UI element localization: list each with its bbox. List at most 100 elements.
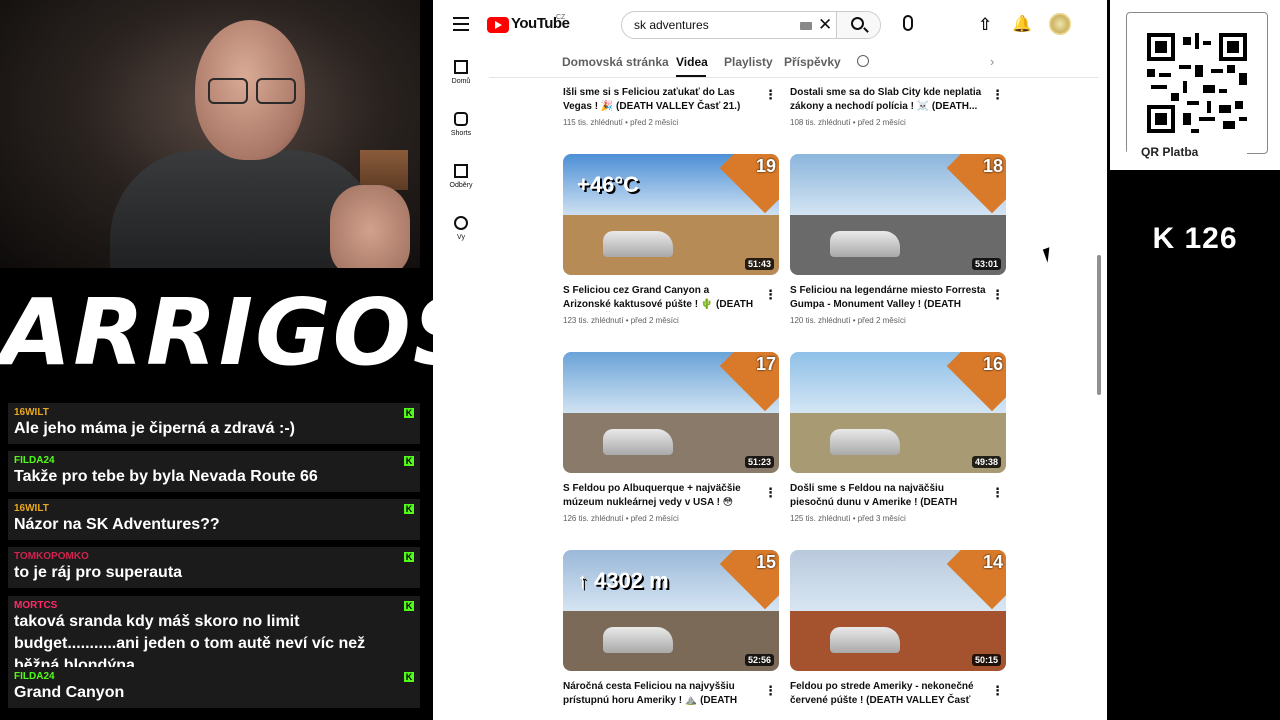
video-meta: 125 tis. zhlédnutí • před 3 měsíci bbox=[790, 514, 906, 523]
more-options-icon[interactable]: ⋮ bbox=[991, 288, 1004, 301]
kick-icon: K bbox=[404, 456, 414, 466]
video-duration: 53:01 bbox=[971, 258, 1001, 270]
chat-text: Ale jeho máma je čiperná a zdravá :-) bbox=[14, 420, 295, 437]
video-thumbnail[interactable]: +46°C 19 51:43 bbox=[563, 154, 779, 275]
tab-home[interactable]: Domovská stránka bbox=[562, 55, 669, 69]
nav-home-label: Domů bbox=[451, 78, 471, 85]
microphone-icon[interactable] bbox=[903, 15, 913, 31]
nav-subscriptions[interactable]: Odběry bbox=[433, 164, 489, 189]
video-card[interactable]: 17 51:23 S Feldou po Albuquerque + najväčš… bbox=[563, 352, 779, 523]
upload-icon[interactable]: ⇧ bbox=[978, 15, 992, 35]
video-thumbnail[interactable]: 18 53:01 bbox=[790, 154, 1006, 275]
nav-home[interactable]: Domů bbox=[433, 60, 489, 85]
more-options-icon[interactable]: ⋮ bbox=[991, 486, 1004, 499]
video-card[interactable]: 14 50:15 Feldou po strede Ameriky - nekone… bbox=[790, 550, 1006, 708]
youtube-logo-icon[interactable] bbox=[487, 17, 509, 33]
more-options-icon[interactable]: ⋮ bbox=[764, 486, 777, 499]
video-title[interactable]: Dostali sme sa do Slab City kde neplatia… bbox=[790, 86, 986, 114]
video-title[interactable]: Išli sme si s Feliciou zaťukať do Las Ve… bbox=[563, 86, 759, 114]
search-input[interactable]: sk adventures bbox=[634, 18, 709, 32]
home-icon bbox=[454, 60, 468, 74]
chat-text: Takže pro tebe by byla Nevada Route 66 bbox=[14, 468, 318, 485]
kick-icon: K bbox=[404, 408, 414, 418]
video-title[interactable]: S Feliciou na legendárne miesto Forresta… bbox=[790, 284, 986, 312]
nav-you[interactable]: Vy bbox=[433, 216, 489, 241]
active-tab-indicator bbox=[676, 75, 706, 77]
glasses bbox=[200, 78, 302, 108]
video-duration: 52:56 bbox=[744, 654, 774, 666]
hamburger-menu-icon[interactable] bbox=[453, 17, 469, 31]
video-duration: 49:38 bbox=[971, 456, 1001, 468]
episode-number: 15 bbox=[755, 552, 776, 572]
streamer-hand bbox=[330, 185, 410, 268]
chat-message: 16WILT Názor na SK Adventures?? K bbox=[8, 499, 420, 540]
video-thumbnail[interactable]: 17 51:23 bbox=[563, 352, 779, 473]
chat-message: FILDA24 Takže pro tebe by byla Nevada Rou… bbox=[8, 451, 420, 492]
channel-logo: ARRIGOS bbox=[0, 268, 479, 398]
kick-icon: K bbox=[404, 552, 414, 562]
video-card[interactable]: 16 49:38 Došli sme s Feldou na najväčšiu p… bbox=[790, 352, 1006, 523]
notifications-bell-icon[interactable]: 🔔 bbox=[1012, 14, 1032, 34]
video-meta: 120 tis. zhlédnutí • před 2 měsíci bbox=[790, 316, 906, 325]
account-avatar[interactable] bbox=[1049, 13, 1071, 35]
thumbnail-overlay-text: ↑ 4302 m bbox=[577, 568, 669, 593]
tab-posts[interactable]: Příspěvky bbox=[784, 55, 841, 69]
webcam-feed bbox=[0, 0, 420, 268]
video-title[interactable]: Došli sme s Feldou na najväčšiu piesočnú… bbox=[790, 482, 986, 510]
video-title[interactable]: S Feliciou cez Grand Canyon a Arizonské … bbox=[563, 284, 759, 312]
kick-icon: K bbox=[404, 504, 414, 514]
kick-icon: K bbox=[404, 601, 414, 611]
video-meta: 126 tis. zhlédnutí • před 2 měsíci bbox=[563, 514, 679, 523]
video-card[interactable]: ↑ 4302 m 15 52:56 Náročná cesta Feliciou na… bbox=[563, 550, 779, 708]
video-meta: 115 tis. zhlédnutí • před 2 měsíci bbox=[563, 118, 679, 127]
keyboard-icon[interactable] bbox=[800, 22, 812, 30]
video-card[interactable]: 18 53:01 S Feliciou na legendárne miesto F… bbox=[790, 154, 1006, 325]
clear-search-icon[interactable]: ✕ bbox=[818, 15, 832, 35]
video-duration: 51:43 bbox=[744, 258, 774, 270]
qr-frame: QR Platba bbox=[1126, 12, 1268, 159]
video-title[interactable]: Feldou po strede Ameriky - nekonečné čer… bbox=[790, 680, 986, 708]
tab-videos[interactable]: Videa bbox=[676, 55, 708, 69]
video-card[interactable]: Išli sme si s Feliciou zaťukať do Las Ve… bbox=[563, 78, 779, 127]
channel-search-icon[interactable] bbox=[857, 55, 869, 67]
nav-shorts[interactable]: Shorts bbox=[433, 112, 489, 137]
video-title[interactable]: S Feldou po Albuquerque + najväčšie múze… bbox=[563, 482, 759, 510]
nav-subscriptions-label: Odběry bbox=[449, 182, 473, 189]
car-image bbox=[830, 231, 900, 257]
qr-code-icon bbox=[1147, 33, 1247, 133]
tab-playlists[interactable]: Playlisty bbox=[724, 55, 773, 69]
car-image bbox=[830, 627, 900, 653]
more-options-icon[interactable]: ⋮ bbox=[764, 684, 777, 697]
more-options-icon[interactable]: ⋮ bbox=[764, 88, 777, 101]
more-options-icon[interactable]: ⋮ bbox=[991, 684, 1004, 697]
scrollbar[interactable] bbox=[1097, 255, 1101, 395]
video-card[interactable]: Dostali sme sa do Slab City kde neplatia… bbox=[790, 78, 1006, 127]
episode-number: 18 bbox=[982, 156, 1003, 176]
channel-tabs: Domovská stránka Videa Playlisty Příspěv… bbox=[489, 50, 1099, 78]
chevron-right-icon[interactable]: › bbox=[990, 54, 994, 69]
youtube-window: YouTube CZ sk adventures ✕ ⇧ 🔔 Domů Shor… bbox=[433, 0, 1107, 720]
kick-icon: K bbox=[404, 672, 414, 682]
chat-message: 16WILT Ale jeho máma je čiperná a zdravá … bbox=[8, 403, 420, 444]
chat-message: TOMKOPOMKO to je ráj pro superauta K bbox=[8, 547, 420, 588]
video-meta: 108 tis. zhlédnutí • před 2 měsíci bbox=[790, 118, 906, 127]
video-duration: 50:15 bbox=[971, 654, 1001, 666]
chat-text: to je ráj pro superauta bbox=[14, 564, 183, 581]
kick-counter: K 126 bbox=[1152, 222, 1238, 255]
car-image bbox=[603, 429, 673, 455]
video-thumbnail[interactable]: ↑ 4302 m 15 52:56 bbox=[563, 550, 779, 671]
search-box[interactable]: sk adventures ✕ bbox=[621, 11, 881, 39]
chat-username: FILDA24 bbox=[14, 671, 55, 682]
episode-number: 14 bbox=[982, 552, 1003, 572]
qr-label: QR Platba bbox=[1127, 145, 1247, 159]
video-thumbnail[interactable]: 14 50:15 bbox=[790, 550, 1006, 671]
search-button[interactable] bbox=[836, 12, 880, 38]
video-title[interactable]: Náročná cesta Feliciou na najvyššiu prís… bbox=[563, 680, 759, 708]
video-card[interactable]: +46°C 19 51:43 S Feliciou cez Grand Canyon … bbox=[563, 154, 779, 325]
search-icon bbox=[851, 17, 864, 30]
more-options-icon[interactable]: ⋮ bbox=[991, 88, 1004, 101]
more-options-icon[interactable]: ⋮ bbox=[764, 288, 777, 301]
chat-username: 16WILT bbox=[14, 503, 49, 514]
you-icon bbox=[454, 216, 468, 230]
video-thumbnail[interactable]: 16 49:38 bbox=[790, 352, 1006, 473]
